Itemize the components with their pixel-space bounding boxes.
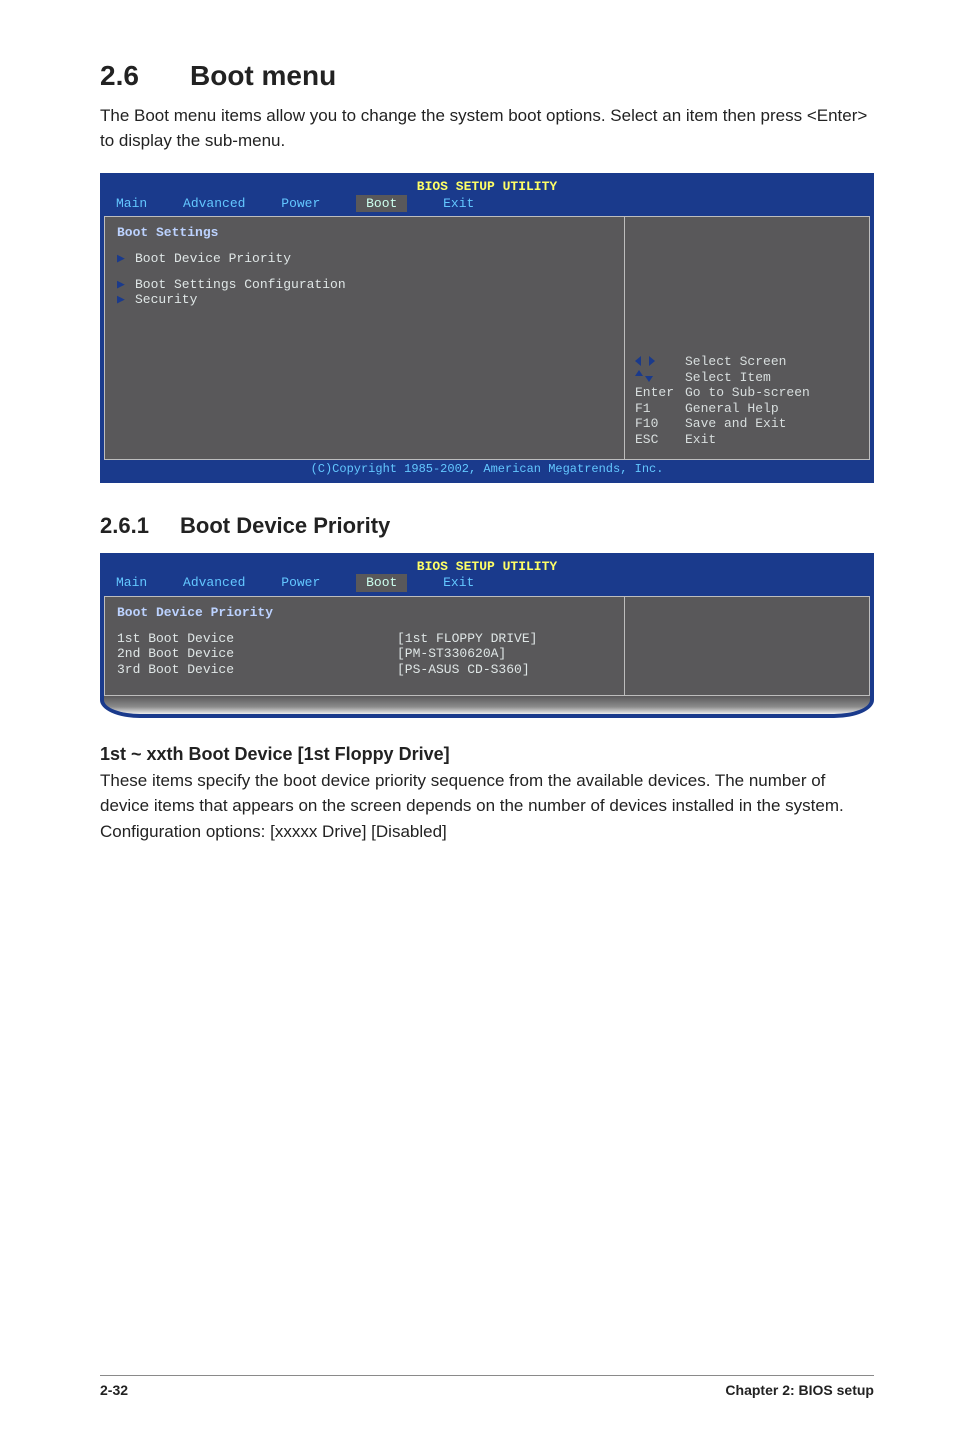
page-curl — [104, 696, 870, 714]
bios-item-boot-device-priority: ▶Boot Device Priority — [117, 251, 612, 267]
tab-boot: Boot — [356, 574, 407, 592]
bios-help-panel: Select Screen Select Item EnterGo to Sub… — [624, 216, 870, 460]
arrows-ud-icon — [635, 370, 685, 386]
bios-row-key: 2nd Boot Device — [117, 646, 397, 662]
subsection-number: 2.6.1 — [100, 513, 180, 539]
subsub-title: 1st ~ xxth Boot Device [1st Floppy Drive… — [100, 744, 874, 765]
bios-item-label: Security — [135, 292, 197, 307]
help-key-enter: Enter — [635, 385, 685, 401]
bios-row-key: 3rd Boot Device — [117, 662, 397, 678]
bios-title: BIOS SETUP UTILITY — [104, 557, 870, 575]
bios-setup-boot-device-priority: BIOS SETUP UTILITY Main Advanced Power B… — [100, 553, 874, 718]
bios-row-value: [PS-ASUS CD-S360] — [397, 662, 530, 678]
bios-tabs: Main Advanced Power Boot Exit — [104, 574, 870, 596]
bios-row-3rd: 3rd Boot Device[PS-ASUS CD-S360] — [117, 662, 612, 678]
bios-title: BIOS SETUP UTILITY — [104, 177, 870, 195]
help-key-f10: F10 — [635, 416, 685, 432]
submenu-icon: ▶ — [117, 292, 135, 308]
bios-item-security: ▶Security — [117, 292, 612, 308]
section-intro: The Boot menu items allow you to change … — [100, 104, 874, 153]
bios-item-label: Boot Device Priority — [135, 251, 291, 266]
bios-heading: Boot Settings — [117, 225, 612, 241]
tab-main: Main — [116, 196, 147, 212]
tab-exit: Exit — [443, 575, 474, 591]
bios-row-1st: 1st Boot Device[1st FLOPPY DRIVE] — [117, 631, 612, 647]
bios-item-boot-settings-config: ▶Boot Settings Configuration — [117, 277, 612, 293]
bios-item-label: Boot Settings Configuration — [135, 277, 346, 292]
bios-row-2nd: 2nd Boot Device[PM-ST330620A] — [117, 646, 612, 662]
tab-advanced: Advanced — [183, 196, 245, 212]
help-f1-action: General Help — [685, 401, 779, 416]
help-key-f1: F1 — [635, 401, 685, 417]
bios-tabs: Main Advanced Power Boot Exit — [104, 195, 870, 217]
help-key-esc: ESC — [635, 432, 685, 448]
section-title-text: Boot menu — [190, 60, 336, 91]
section-number: 2.6 — [100, 60, 190, 92]
bios-left-panel: Boot Settings ▶Boot Device Priority ▶Boo… — [104, 216, 624, 460]
help-esc-action: Exit — [685, 432, 716, 447]
tab-advanced: Advanced — [183, 575, 245, 591]
section-title: 2.6Boot menu — [100, 60, 874, 92]
footer-chapter: Chapter 2: BIOS setup — [725, 1382, 874, 1398]
bios-row-value: [1st FLOPPY DRIVE] — [397, 631, 537, 647]
tab-power: Power — [281, 196, 320, 212]
subsub-text-1: These items specify the boot device prio… — [100, 769, 874, 818]
bios-copyright: (C)Copyright 1985-2002, American Megatre… — [104, 460, 870, 478]
page-footer: 2-32 Chapter 2: BIOS setup — [100, 1375, 874, 1398]
help-f10-action: Save and Exit — [685, 416, 786, 431]
tab-main: Main — [116, 575, 147, 591]
subsection-title-text: Boot Device Priority — [180, 513, 390, 538]
help-enter-action: Go to Sub-screen — [685, 385, 810, 400]
arrows-lr-icon — [635, 354, 685, 370]
submenu-icon: ▶ — [117, 251, 135, 267]
help-select-screen: Select Screen — [685, 354, 786, 369]
subsub-text-2: Configuration options: [xxxxx Drive] [Di… — [100, 820, 874, 845]
bios-left-panel: Boot Device Priority 1st Boot Device[1st… — [104, 596, 624, 696]
footer-page: 2-32 — [100, 1382, 128, 1398]
tab-power: Power — [281, 575, 320, 591]
help-select-item: Select Item — [685, 370, 771, 385]
bios-row-value: [PM-ST330620A] — [397, 646, 506, 662]
submenu-icon: ▶ — [117, 277, 135, 293]
tab-boot: Boot — [356, 195, 407, 213]
bios-heading: Boot Device Priority — [117, 605, 612, 621]
subsection-title: 2.6.1Boot Device Priority — [100, 513, 874, 539]
tab-exit: Exit — [443, 196, 474, 212]
bios-setup-boot-settings: BIOS SETUP UTILITY Main Advanced Power B… — [100, 173, 874, 483]
bios-row-key: 1st Boot Device — [117, 631, 397, 647]
bios-help-panel — [624, 596, 870, 696]
